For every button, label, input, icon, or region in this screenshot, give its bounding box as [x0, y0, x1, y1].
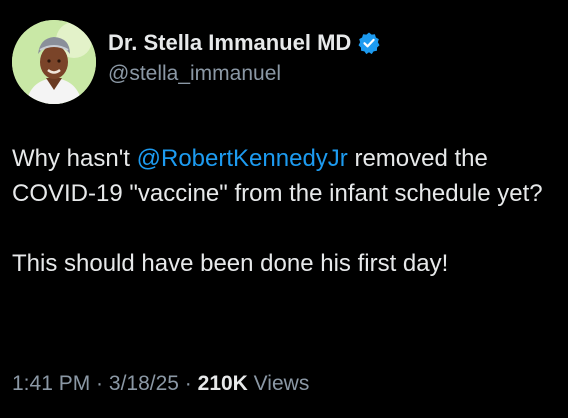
- tweet-text: Why hasn't @RobertKennedyJr removed the …: [12, 141, 552, 281]
- views-count[interactable]: 210K: [198, 372, 248, 395]
- avatar-image: [12, 20, 96, 104]
- views-label: Views: [247, 372, 310, 395]
- avatar[interactable]: [12, 20, 96, 104]
- meta-separator: ·: [178, 372, 198, 395]
- tweet-date[interactable]: 3/18/25: [109, 372, 179, 395]
- tweet-text-prefix: Why hasn't: [12, 145, 137, 172]
- tweet: Dr. Stella Immanuel MD @stella_immanuel …: [0, 0, 568, 418]
- tweet-header: Dr. Stella Immanuel MD @stella_immanuel: [12, 18, 552, 106]
- tweet-paragraph-1: Why hasn't @RobertKennedyJr removed the …: [12, 141, 552, 211]
- author-names: Dr. Stella Immanuel MD @stella_immanuel: [108, 28, 381, 86]
- tweet-time[interactable]: 1:41 PM: [12, 372, 90, 395]
- display-name[interactable]: Dr. Stella Immanuel MD: [108, 30, 351, 56]
- name-row: Dr. Stella Immanuel MD: [108, 28, 381, 58]
- author-handle[interactable]: @stella_immanuel: [108, 62, 381, 86]
- tweet-meta: 1:41 PM · 3/18/25 · 210K Views: [12, 372, 309, 396]
- verified-badge-icon: [357, 31, 381, 55]
- mention-link[interactable]: @RobertKennedyJr: [137, 145, 348, 172]
- tweet-paragraph-2: This should have been done his first day…: [12, 250, 449, 277]
- meta-separator: ·: [90, 372, 109, 395]
